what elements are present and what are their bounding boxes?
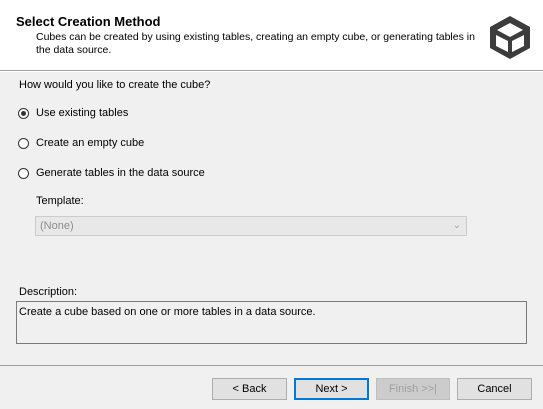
option-generate-tables[interactable]: Generate tables in the data source	[18, 165, 205, 181]
cancel-button[interactable]: Cancel	[457, 378, 532, 400]
option-label: Create an empty cube	[36, 137, 145, 149]
finish-button[interactable]: Finish >>|	[376, 378, 450, 400]
radio-button[interactable]	[18, 167, 29, 179]
option-label: Use existing tables	[36, 107, 129, 119]
header-divider-highlight	[0, 71, 543, 72]
template-label: Template:	[36, 195, 84, 207]
description-box: Create a cube based on one or more table…	[16, 301, 527, 344]
option-use-existing-tables[interactable]: Use existing tables	[18, 105, 128, 121]
back-button[interactable]: < Back	[212, 378, 287, 400]
wizard-header: Select Creation Method Cubes can be crea…	[0, 0, 543, 70]
page-description: Cubes can be created by using existing t…	[36, 31, 475, 56]
radio-button[interactable]	[18, 137, 29, 149]
option-create-empty-cube[interactable]: Create an empty cube	[18, 135, 144, 151]
radio-button-selected[interactable]	[18, 107, 29, 119]
description-label: Description:	[19, 286, 78, 298]
template-dropdown[interactable]: (None) ⌄	[35, 216, 467, 236]
next-button[interactable]: Next >	[294, 378, 369, 400]
template-selected-value: (None)	[40, 220, 74, 232]
option-label: Generate tables in the data source	[36, 167, 205, 179]
cube-icon	[488, 14, 532, 60]
page-title: Select Creation Method	[16, 14, 161, 29]
description-text: Create a cube based on one or more table…	[19, 306, 316, 318]
chevron-down-icon: ⌄	[452, 220, 461, 231]
creation-question: How would you like to create the cube?	[19, 79, 211, 91]
footer-divider	[0, 365, 543, 366]
